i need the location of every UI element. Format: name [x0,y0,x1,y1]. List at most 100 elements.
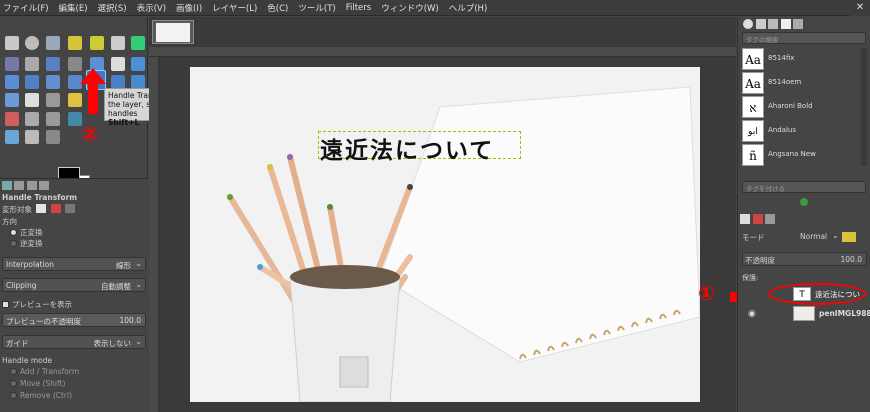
handle-mode-remove-radio[interactable]: Remove (Ctrl) [10,391,72,400]
red-arrow-up-icon [80,68,106,116]
canvas-title-text[interactable]: 遠近法について [320,131,494,165]
font-tag-search-input[interactable]: タグの検索 [742,32,866,44]
layer-mode-switch-icon[interactable] [842,232,856,242]
layer-lock-row: 保護: [742,273,758,283]
menu-help[interactable]: ヘルプ(H) [449,2,488,14]
transform-layer-icon[interactable] [36,204,47,213]
select-by-color-tool-icon[interactable] [90,36,104,50]
interpolation-select[interactable]: Interpolation 線形 ⌄ [2,257,146,271]
dodge-burn-tool-icon[interactable] [46,130,60,144]
rotate-tool-icon[interactable] [5,75,19,89]
free-select-tool-icon[interactable] [46,36,60,50]
warp-transform-tool-icon[interactable] [5,93,19,107]
guide-value: 表示しない [93,339,132,348]
horizontal-ruler[interactable] [149,47,736,57]
undo-history-tab-icon[interactable] [26,181,37,190]
ink-tool-icon[interactable] [46,112,60,126]
layer-mode-select[interactable]: Normal [800,232,827,241]
menu-windows[interactable]: ウィンドウ(W) [381,2,439,14]
patterns-tab-icon[interactable] [755,19,766,29]
layer-mode-label: モード [742,233,765,242]
direction-backward-radio[interactable]: 逆変換 [10,238,43,249]
vertical-ruler[interactable] [149,57,159,412]
handle-mode-add-radio[interactable]: Add / Transform [10,367,79,376]
font-list-scrollbar[interactable] [861,48,867,166]
tooltip-shortcut: Shift+L [108,118,140,127]
paths-tab-icon[interactable] [765,214,776,224]
list-view-icon[interactable] [768,19,779,29]
eraser-tool-icon[interactable] [5,112,19,126]
crop-tool-icon[interactable] [131,57,145,71]
flip-tool-icon[interactable] [111,75,125,89]
menu-image[interactable]: 画像(I) [176,2,202,14]
layer-opacity-slider[interactable]: 不透明度 100.0 [742,252,867,266]
align-tool-icon[interactable] [111,57,125,71]
handle-mode-move-radio[interactable]: Move (Shift) [10,379,65,388]
color-picker-tool-icon[interactable] [25,57,39,71]
menu-edit[interactable]: 編集(E) [59,2,88,14]
transform-target-row: 変形対象 [2,204,76,215]
font-list-item[interactable]: Aa 8514oem [742,72,860,94]
fonts-tab-icon[interactable] [780,19,791,29]
document-history-tab-icon[interactable] [793,19,804,29]
preview-opacity-slider[interactable]: プレビューの不透明度 100.0 [2,313,146,327]
eye-visibility-icon[interactable]: ◉ [748,309,756,319]
show-preview-checkbox[interactable]: プレビューを表示 [2,299,72,310]
preview-opacity-value: 100.0 [119,316,141,325]
dock-tabs [743,19,823,31]
smudge-tool-icon[interactable] [25,130,39,144]
scale-tool-icon[interactable] [25,75,39,89]
layer-item-photo[interactable]: ◉ penIMGL9882 [742,306,870,324]
clipping-select[interactable]: Clipping 自動調整 ⌄ [2,278,146,292]
ellipse-select-tool-icon[interactable] [25,36,39,50]
brushes-tab-icon[interactable] [743,19,753,29]
font-tag-assign-input[interactable]: タグを付ける [742,181,866,193]
rect-select-tool-icon[interactable] [5,36,19,50]
handle-mode-label: Handle mode [2,356,53,365]
checkbox-checked-icon [2,301,9,308]
transform-path-icon[interactable] [65,204,76,213]
refresh-fonts-icon[interactable] [800,198,808,206]
shear-tool-icon[interactable] [46,75,60,89]
handle-mode-add-label: Add / Transform [20,367,80,376]
direction-backward-label: 逆変換 [20,239,43,248]
blur-tool-icon[interactable] [5,130,19,144]
bucket-fill-tool-icon[interactable] [46,93,60,107]
menu-view[interactable]: 表示(V) [137,2,166,14]
font-list-item[interactable]: ñ Angsana New [742,144,860,166]
menu-tools[interactable]: ツール(T) [298,2,335,14]
images-tab-icon[interactable] [39,181,50,190]
direction-forward-radio[interactable]: 正変換 [10,227,43,238]
canvas-photo[interactable] [190,67,700,402]
layers-tab-icon[interactable] [740,214,750,224]
tool-options-tab-icon[interactable] [2,181,12,190]
cage-transform-tool-icon[interactable] [131,75,145,89]
font-list-item[interactable]: א Aharoni Bold [742,96,860,118]
transform-selection-icon[interactable] [50,204,61,213]
text-tool-icon[interactable] [25,93,39,107]
font-name: Aharoni Bold [768,102,813,110]
menu-file[interactable]: ファイル(F) [3,2,49,14]
scissors-tool-icon[interactable] [111,36,125,50]
menu-color[interactable]: 色(C) [267,2,288,14]
paths-tool-icon[interactable] [5,57,19,71]
foreground-select-tool-icon[interactable] [131,36,145,50]
layer-opacity-label: 不透明度 [745,256,775,265]
tool-options-panel: Handle Transform 変形対象 方向 正変換 逆変換 Interpo… [0,178,148,412]
layer-mode-row: モード Normal ⌄ [742,231,867,245]
channels-tab-icon[interactable] [752,214,763,224]
menu-layer[interactable]: レイヤー(L) [212,2,257,14]
font-list-item[interactable]: Aa 8514fix [742,48,860,70]
airbrush-tool-icon[interactable] [25,112,39,126]
device-status-tab-icon[interactable] [14,181,25,190]
guide-select[interactable]: ガイド 表示しない ⌄ [2,335,146,349]
image-tab[interactable] [152,20,194,44]
menu-select[interactable]: 選択(S) [98,2,127,14]
font-list-item[interactable]: ابو Andalus [742,120,860,142]
menu-filters[interactable]: Filters [346,3,371,13]
photo-layer-thumbnail [793,306,815,321]
font-name: Angsana New [768,150,816,158]
window-close-button[interactable]: ✕ [850,0,870,16]
zoom-tool-icon[interactable] [46,57,60,71]
fuzzy-select-tool-icon[interactable] [68,36,82,50]
